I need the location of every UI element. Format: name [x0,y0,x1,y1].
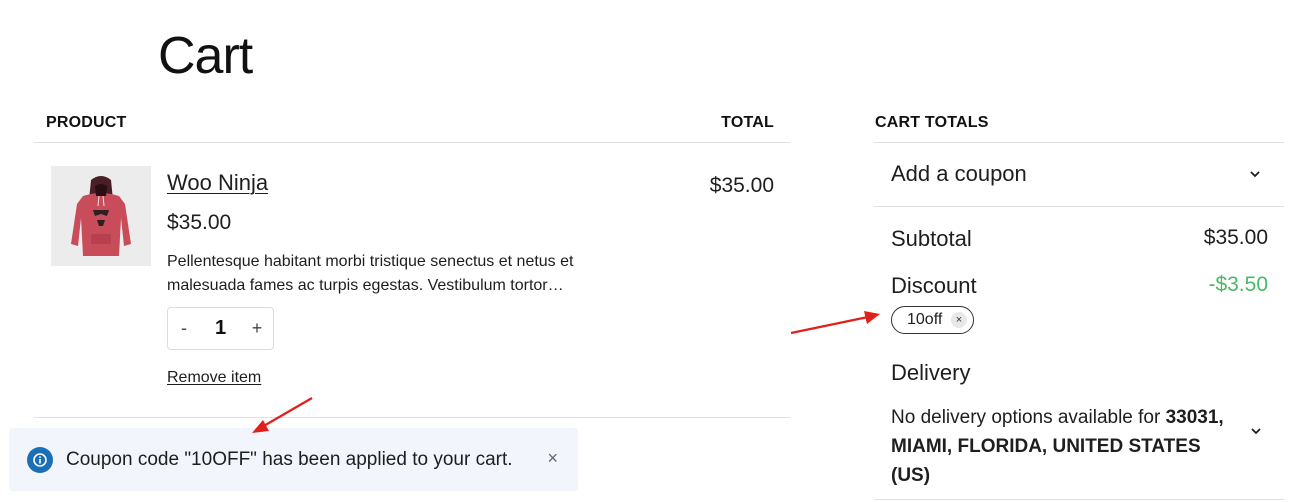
annotation-arrows [252,311,880,433]
arrow-to-coupon-chip [790,311,880,335]
arrow-to-notice [252,397,313,433]
